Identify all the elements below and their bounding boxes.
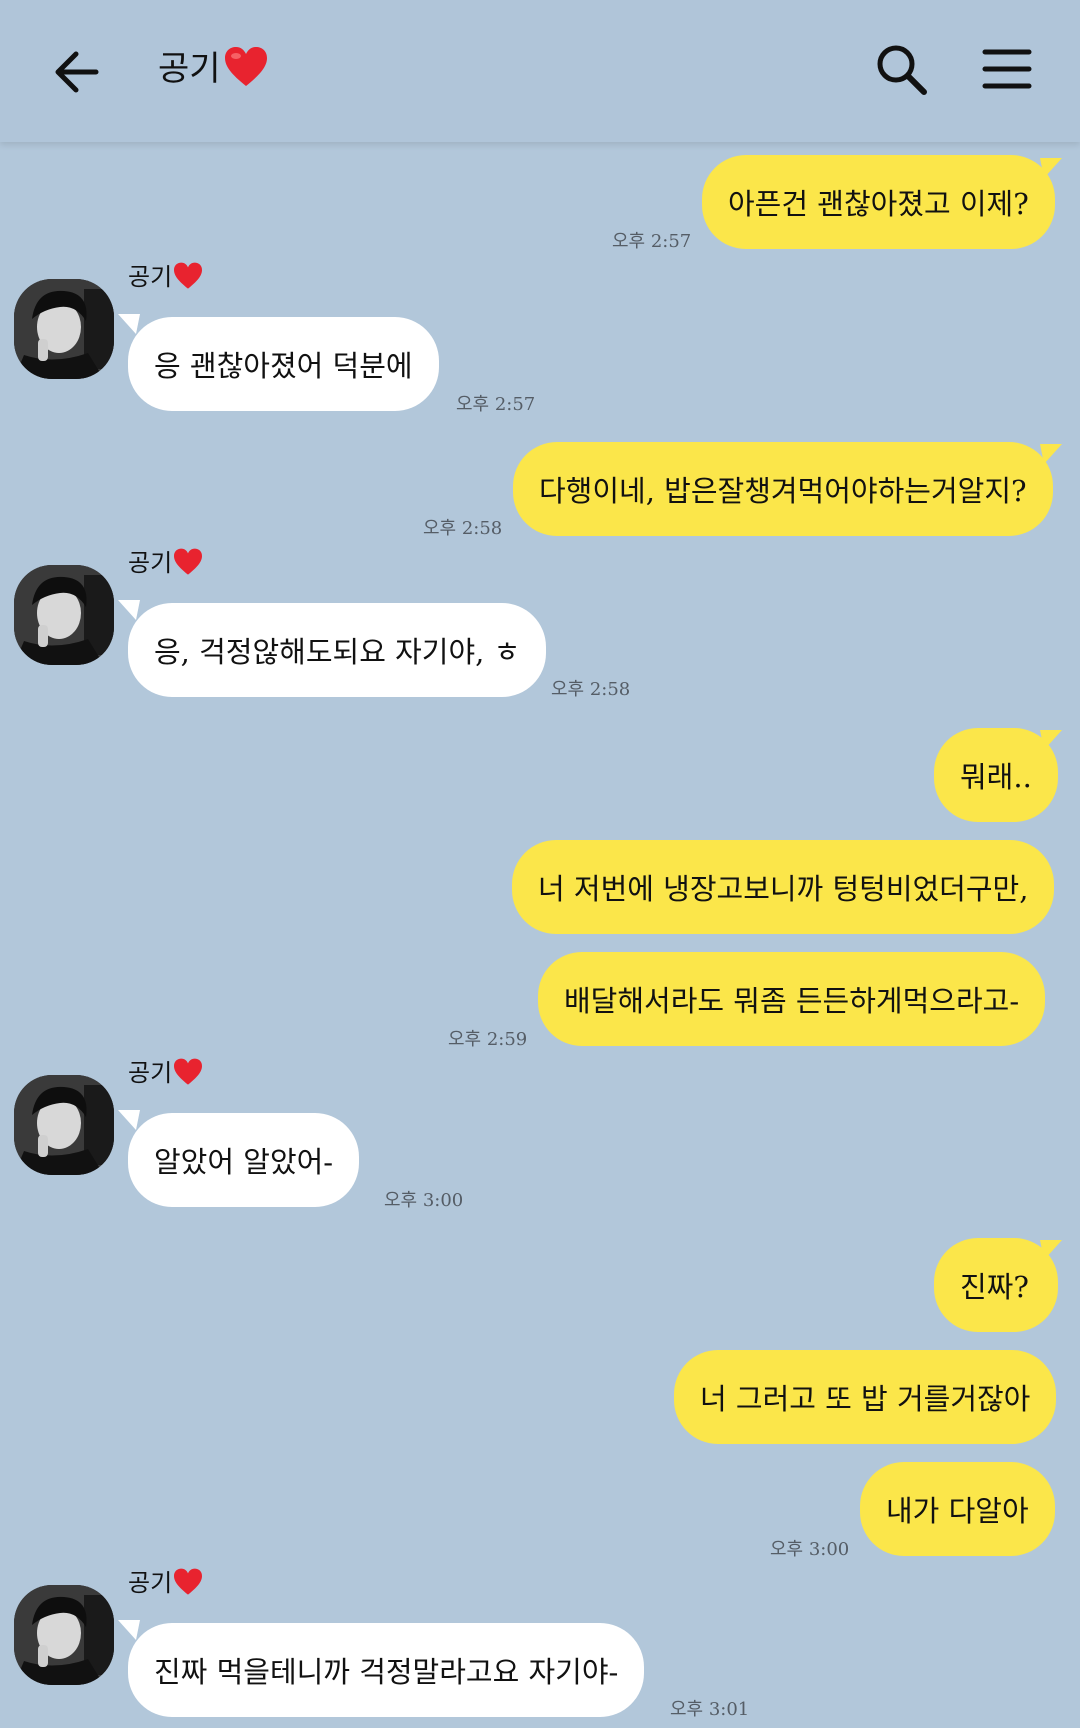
sender-name: 공기 — [128, 1563, 204, 1598]
avatar[interactable] — [14, 1075, 114, 1175]
message-bubble-received[interactable]: 응, 걱정않해도되요 자기야, ㅎ — [128, 603, 547, 697]
message-text: 다행이네, 밥은잘챙겨먹어야하는거알지? — [539, 474, 1027, 508]
message-time: 오후 3:00 — [384, 1190, 464, 1211]
message-time: 오후 3:00 — [770, 1539, 850, 1560]
bubble-tail — [1040, 730, 1062, 750]
message-list[interactable]: 아픈건 괜찮아졌고 이제? 오후 2:57 공기 응 괜찮아졌어 덕분에 오후 … — [0, 142, 1080, 1728]
avatar[interactable] — [14, 279, 114, 379]
message-text: 뭐래.. — [960, 760, 1032, 794]
message-time: 오후 2:58 — [551, 679, 631, 700]
message-text: 내가 다알아 — [886, 1494, 1029, 1528]
message-bubble-sent[interactable]: 아픈건 괜찮아졌고 이제? — [702, 155, 1055, 249]
message-text: 너 그러고 또 밥 거를거잖아 — [700, 1382, 1031, 1416]
message-text: 진짜? — [960, 1270, 1029, 1304]
heart-icon — [174, 1058, 203, 1085]
heart-icon — [174, 548, 203, 575]
heart-icon — [174, 262, 203, 289]
heart-icon — [224, 47, 267, 86]
message-text: 응 괜찮아졌어 덕분에 — [154, 349, 413, 383]
message-time: 오후 2:59 — [448, 1029, 528, 1050]
message-text: 진짜 먹을테니까 걱정말라고요 자기야- — [154, 1655, 619, 1689]
message-bubble-sent[interactable]: 너 그러고 또 밥 거를거잖아 — [674, 1350, 1057, 1444]
message-time: 오후 2:57 — [612, 231, 692, 252]
avatar[interactable] — [14, 565, 114, 665]
avatar-image — [14, 1075, 114, 1175]
message-bubble-sent[interactable]: 배달해서라도 뭐좀 든든하게먹으라고- — [538, 952, 1046, 1046]
arrow-left-icon[interactable] — [50, 44, 106, 100]
bubble-tail — [118, 1110, 140, 1130]
message-text: 너 저번에 냉장고보니까 텅텅비었더구만, — [538, 872, 1029, 906]
message-bubble-sent[interactable]: 내가 다알아 — [860, 1462, 1055, 1556]
message-time: 오후 2:57 — [456, 394, 536, 415]
avatar-image — [14, 1585, 114, 1685]
avatar-image — [14, 565, 114, 665]
hamburger-menu-icon[interactable] — [982, 46, 1032, 92]
bubble-tail — [1040, 444, 1062, 464]
bubble-tail — [1040, 1240, 1062, 1260]
search-icon[interactable] — [874, 42, 930, 98]
message-time: 오후 2:58 — [423, 518, 503, 539]
heart-icon — [174, 1568, 203, 1595]
message-bubble-received[interactable]: 진짜 먹을테니까 걱정말라고요 자기야- — [128, 1623, 645, 1717]
message-text: 응, 걱정않해도되요 자기야, ㅎ — [154, 635, 521, 669]
message-bubble-sent[interactable]: 너 저번에 냉장고보니까 텅텅비었더구만, — [512, 840, 1055, 934]
message-text: 알았어 알았어- — [154, 1145, 334, 1179]
message-bubble-sent[interactable]: 다행이네, 밥은잘챙겨먹어야하는거알지? — [513, 442, 1053, 536]
bubble-tail — [118, 1620, 140, 1640]
sender-name: 공기 — [128, 1053, 204, 1088]
chat-title: 공기 — [158, 44, 269, 94]
message-bubble-received[interactable]: 응 괜찮아졌어 덕분에 — [128, 317, 439, 411]
bubble-tail — [118, 314, 140, 334]
message-text: 아픈건 괜찮아졌고 이제? — [728, 187, 1029, 221]
message-text: 배달해서라도 뭐좀 든든하게먹으라고- — [564, 984, 1020, 1018]
chat-title-text: 공기 — [158, 49, 221, 89]
message-bubble-received[interactable]: 알았어 알았어- — [128, 1113, 360, 1207]
bubble-tail — [118, 600, 140, 620]
chat-header: 공기 — [0, 0, 1080, 142]
sender-name: 공기 — [128, 543, 204, 578]
avatar[interactable] — [14, 1585, 114, 1685]
avatar-image — [14, 279, 114, 379]
bubble-tail — [1040, 158, 1062, 178]
message-time: 오후 3:01 — [670, 1699, 750, 1720]
sender-name: 공기 — [128, 257, 204, 292]
